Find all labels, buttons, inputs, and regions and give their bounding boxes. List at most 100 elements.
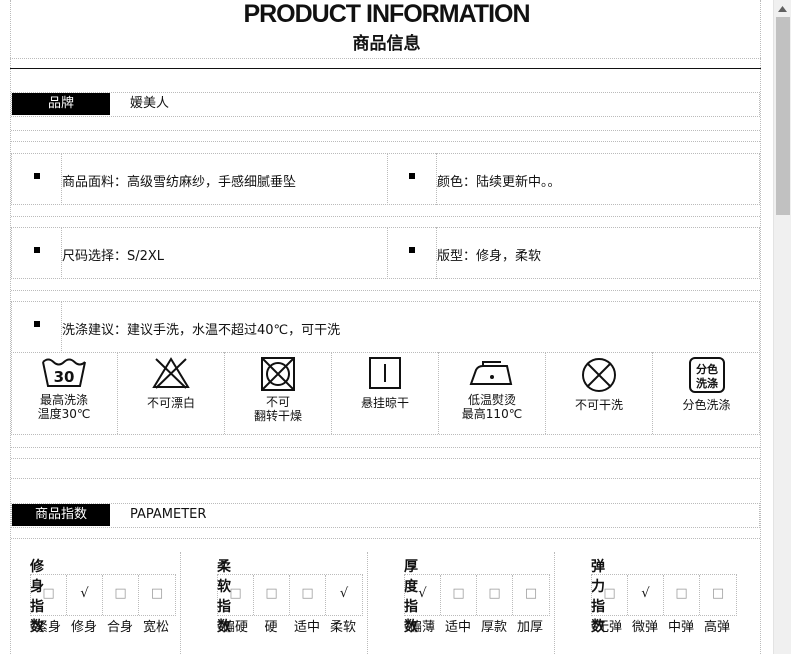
spacer-line: [11, 130, 760, 131]
index-checkbox: √: [405, 575, 441, 615]
empty-box-icon: □: [488, 586, 501, 601]
empty-box-icon: □: [452, 586, 465, 601]
params-value: PAPAMETER: [130, 507, 207, 522]
care-label: 悬挂晾干: [360, 396, 409, 410]
care-hang-dry: 悬挂晾干: [332, 352, 439, 434]
index-checkbox-grid: □ √ □ □: [30, 574, 176, 616]
wash-30-icon: 30: [42, 358, 86, 387]
spacer-line: [11, 458, 760, 459]
empty-box-icon: □: [524, 586, 538, 601]
care-no-tumble-dry: 不可 翻转干燥: [225, 352, 332, 434]
divider-solid: [10, 68, 761, 69]
brand-row: [11, 92, 760, 117]
check-mark-icon: √: [339, 586, 349, 601]
index-checkbox: □: [254, 575, 290, 615]
spacer-line: [11, 216, 760, 217]
index-option-label: 宽松: [142, 620, 169, 635]
index-checkbox: □: [290, 575, 326, 615]
index-checkbox: √: [326, 575, 362, 615]
index-option-label: 中弹: [667, 620, 694, 635]
params-label: 商品指数: [12, 504, 110, 526]
size-text: 尺码选择：S/2XL: [62, 249, 165, 264]
svg-text:洗涤: 洗涤: [696, 376, 718, 390]
brand-label: 品牌: [12, 93, 110, 115]
index-checkbox: □: [139, 575, 175, 615]
index-checkbox: □: [103, 575, 139, 615]
care-label: 分色洗涤: [682, 398, 731, 412]
no-bleach-icon: [152, 357, 190, 389]
empty-box-icon: □: [603, 586, 616, 601]
vertical-scrollbar[interactable]: [773, 0, 791, 654]
index-option-label: 适中: [444, 620, 471, 635]
check-mark-icon: √: [641, 586, 650, 601]
product-info-page: PRODUCT INFORMATION 商品信息 品牌 媛美人 商品面料：高级雪…: [0, 0, 773, 654]
index-option-label: 微弹: [631, 620, 658, 635]
index-checkbox-grid: □ √ □ □: [591, 574, 737, 616]
index-divider: [180, 552, 181, 654]
care-label: 不可: [265, 395, 290, 409]
care-label: 温度30℃: [37, 407, 91, 421]
bullet-icon: [34, 173, 40, 179]
empty-box-icon: □: [675, 586, 688, 601]
index-option-label: 偏薄: [408, 620, 435, 635]
cell-divider: [387, 153, 388, 205]
care-low-iron: 低温熨烫 最高110℃: [439, 352, 546, 434]
index-checkbox: □: [31, 575, 67, 615]
scrollbar-thumb[interactable]: [776, 17, 790, 215]
empty-box-icon: □: [229, 586, 242, 601]
index-option-label: 无弹: [595, 620, 622, 635]
svg-text:30: 30: [54, 368, 75, 386]
index-option-label: 硬: [264, 620, 278, 635]
scroll-up-arrow-icon[interactable]: [774, 0, 791, 17]
color-text: 颜色：陆续更新中。。: [437, 175, 561, 190]
page-title: PRODUCT INFORMATION: [243, 0, 530, 28]
spacer-line: [11, 538, 760, 539]
index-checkbox: √: [628, 575, 664, 615]
bullet-icon: [34, 321, 40, 327]
wash-text: 洗涤建议：建议手洗，水温不超过40℃，可干洗: [62, 323, 341, 338]
index-checkbox: □: [592, 575, 628, 615]
right-border: [760, 0, 761, 654]
index-divider: [367, 552, 368, 654]
params-row: [11, 503, 760, 528]
care-no-bleach: 不可漂白: [118, 352, 225, 434]
bullet-icon: [409, 247, 415, 253]
index-checkbox: □: [664, 575, 700, 615]
fit-text: 版型：修身，柔软: [437, 249, 542, 264]
care-label: 最高洗涤: [39, 393, 88, 407]
index-option-label: 高弹: [703, 620, 730, 635]
index-checkbox-grid: √ □ □ □: [404, 574, 550, 616]
cell-divider: [387, 227, 388, 279]
spacer-line: [11, 478, 760, 479]
empty-box-icon: □: [114, 586, 127, 601]
index-checkbox: □: [441, 575, 477, 615]
index-option-label: 合身: [106, 620, 133, 635]
empty-box-icon: □: [150, 586, 164, 601]
care-separate-wash: 分色 洗涤 分色洗涤: [653, 352, 760, 434]
index-option-label: 偏硬: [221, 620, 248, 635]
no-dry-clean-icon: [582, 358, 616, 392]
care-label: 不可漂白: [146, 396, 195, 410]
page-subtitle: 商品信息: [352, 34, 421, 54]
index-checkbox: □: [513, 575, 549, 615]
bullet-icon: [409, 173, 415, 179]
empty-box-icon: □: [42, 586, 55, 601]
divider: [10, 58, 761, 59]
check-mark-icon: √: [80, 586, 89, 601]
index-option-label: 柔软: [329, 620, 356, 635]
svg-text:分色: 分色: [696, 362, 718, 376]
spacer-line: [11, 290, 760, 291]
index-divider: [554, 552, 555, 654]
index-option-label: 适中: [293, 620, 320, 635]
spacer-line: [11, 447, 760, 448]
care-wash-30: 30 最高洗涤 温度30℃: [11, 352, 118, 434]
hang-dry-icon: [369, 357, 401, 389]
index-option-label: 修身: [70, 620, 97, 635]
empty-box-icon: □: [711, 586, 725, 601]
empty-box-icon: □: [301, 586, 314, 601]
empty-box-icon: □: [265, 586, 278, 601]
index-option-label: 加厚: [516, 620, 543, 635]
index-checkbox-grid: □ □ □ √: [217, 574, 363, 616]
care-label: 低温熨烫: [467, 393, 516, 407]
index-checkbox: □: [218, 575, 254, 615]
